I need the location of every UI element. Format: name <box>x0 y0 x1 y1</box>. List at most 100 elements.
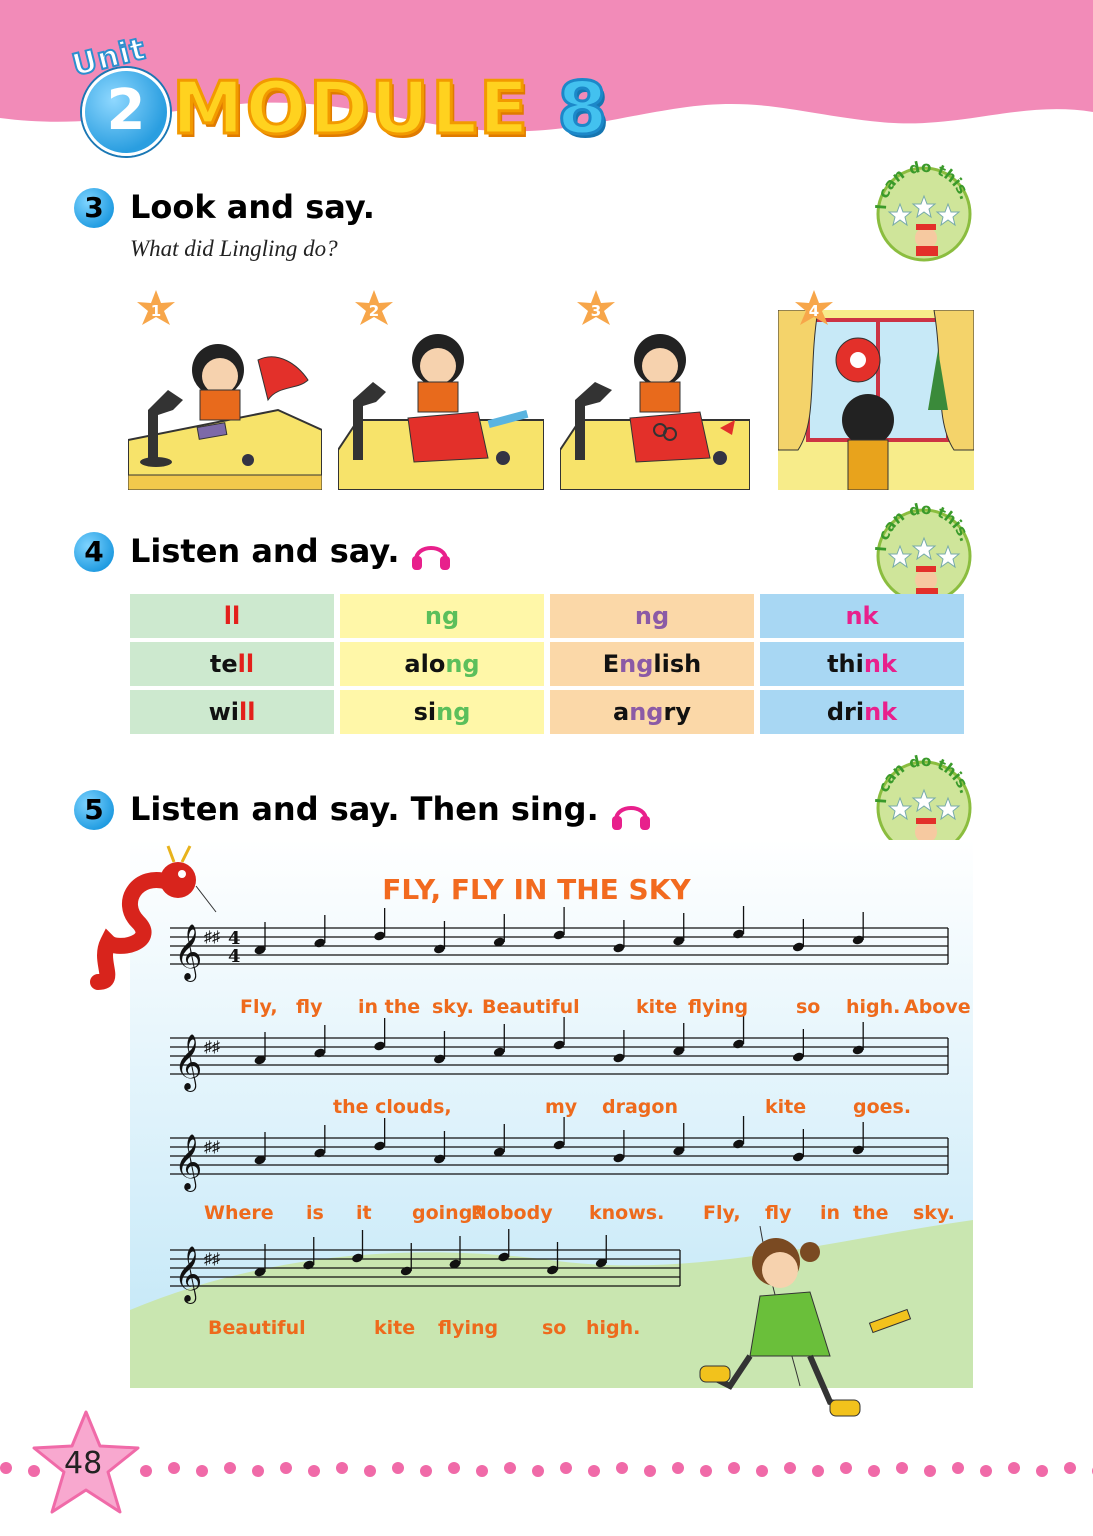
footer-dot <box>784 1462 796 1474</box>
lyric-word: Fly, <box>240 996 278 1018</box>
footer-dot <box>28 1465 40 1477</box>
lyric-word: Fly, <box>703 1202 741 1224</box>
footer-dot <box>756 1465 768 1477</box>
phonics-letters: ry <box>663 698 691 726</box>
phonics-highlight: ll <box>238 698 256 726</box>
footer-dot <box>224 1462 236 1474</box>
phonics-cell: ll <box>130 594 334 638</box>
footer-dot <box>1008 1462 1020 1474</box>
phonics-cell: ng <box>550 594 754 638</box>
module-title: MODULE 8 <box>170 65 610 152</box>
picture-3-lingling-with-scissors <box>560 334 750 490</box>
footer-dot-border <box>0 1462 1093 1477</box>
picture-number-3-text: 3 <box>591 302 601 320</box>
key-signature: ♯♯ <box>204 1039 220 1056</box>
phonics-highlight: ng <box>629 698 664 726</box>
phonics-cell: think <box>760 642 964 686</box>
footer-dot <box>672 1462 684 1474</box>
footer-dot <box>532 1465 544 1477</box>
footer-dot <box>252 1465 264 1477</box>
headphone-icon[interactable] <box>410 536 452 572</box>
lyric-word: dragon <box>602 1096 678 1118</box>
lyric-word: sky. <box>913 1202 955 1224</box>
picture-number-4: 4 <box>795 290 833 325</box>
key-signature: ♯♯ <box>204 1139 220 1156</box>
footer-dot <box>896 1462 908 1474</box>
lyric-word: Beautiful <box>208 1317 306 1339</box>
i-can-do-this-badge-3: I can do this. <box>872 158 974 262</box>
lyric-word: kite <box>636 996 678 1018</box>
footer-dot <box>644 1465 656 1477</box>
lyric-word: kite <box>374 1317 416 1339</box>
footer-dot <box>616 1462 628 1474</box>
footer-dot <box>812 1465 824 1477</box>
phonics-cell: tell <box>130 642 334 686</box>
section-3-subtitle: What did Lingling do? <box>130 236 338 261</box>
treble-clef: 𝄞 <box>174 1246 202 1304</box>
phonics-cell: sing <box>340 690 544 734</box>
footer-dot <box>700 1465 712 1477</box>
girl-flying-kite-illustration <box>699 1226 912 1417</box>
lyric-word: Where <box>204 1202 274 1224</box>
picture-number-1-text: 1 <box>151 302 161 320</box>
section-3-title: Look and say. <box>130 188 375 226</box>
phonics-cell: along <box>340 642 544 686</box>
lyric-word: goes. <box>853 1096 912 1118</box>
lyric-word: in the <box>358 996 421 1018</box>
module-word: MODULE <box>170 65 531 152</box>
footer-dot <box>728 1462 740 1474</box>
lyric-word: flying <box>438 1317 499 1339</box>
phonics-letters: a <box>613 698 630 726</box>
treble-clef: 𝄞 <box>174 1034 202 1092</box>
picture-4-lingling-at-window <box>778 310 974 490</box>
headphone-icon[interactable] <box>610 796 652 832</box>
picture-number-4-text: 4 <box>809 302 819 320</box>
lyric-word: fly <box>296 996 323 1018</box>
lyric-word: so <box>796 996 821 1018</box>
lyric-word: so <box>542 1317 567 1339</box>
section-3-number: 3 <box>74 188 114 228</box>
lyric-word: it <box>356 1202 372 1224</box>
phonics-letters: dri <box>826 698 865 726</box>
module-number: 8 <box>556 65 610 152</box>
picture-number-3: 3 <box>577 290 615 325</box>
footer-dot <box>476 1465 488 1477</box>
footer-dot <box>560 1462 572 1474</box>
lyric-word: Beautiful <box>482 996 580 1018</box>
footer-dot <box>308 1465 320 1477</box>
lyric-word: sky. <box>432 996 474 1018</box>
phonics-highlight: ng <box>634 602 670 630</box>
footer-dot <box>448 1462 460 1474</box>
footer-dot <box>364 1465 376 1477</box>
phonics-highlight: ng <box>436 698 471 726</box>
lyric-word: high. <box>586 1317 641 1339</box>
phonics-cell: English <box>550 642 754 686</box>
footer-dot <box>0 1462 12 1474</box>
lyric-word: flying <box>688 996 749 1018</box>
key-signature: ♯♯ <box>204 1251 220 1268</box>
section-5-number: 5 <box>74 790 114 830</box>
phonics-highlight: ng <box>445 650 480 678</box>
picture-number-1: 1 <box>137 290 175 325</box>
phonics-highlight: nk <box>864 698 898 726</box>
lyric-word: my <box>545 1096 578 1118</box>
footer-dot <box>392 1462 404 1474</box>
phonics-cell: angry <box>550 690 754 734</box>
section-4-title: Listen and say. <box>130 532 400 570</box>
footer-dot <box>336 1462 348 1474</box>
footer-dot <box>980 1465 992 1477</box>
phonics-letters: alo <box>404 650 446 678</box>
phonics-letters: thi <box>827 650 864 678</box>
phonics-letters: lish <box>653 650 702 678</box>
picture-1-lingling-with-paper <box>128 344 322 490</box>
lyric-word: knows. <box>589 1202 665 1224</box>
phonics-highlight: ng <box>619 650 654 678</box>
footer-dot <box>924 1465 936 1477</box>
footer-dot <box>840 1462 852 1474</box>
phonics-row: ll ng ng nk <box>130 594 964 638</box>
phonics-highlight: nk <box>845 602 879 630</box>
lyric-word: is <box>306 1202 324 1224</box>
lyric-word: the <box>853 1202 889 1224</box>
phonics-letters: E <box>602 650 620 678</box>
footer-dot <box>868 1465 880 1477</box>
